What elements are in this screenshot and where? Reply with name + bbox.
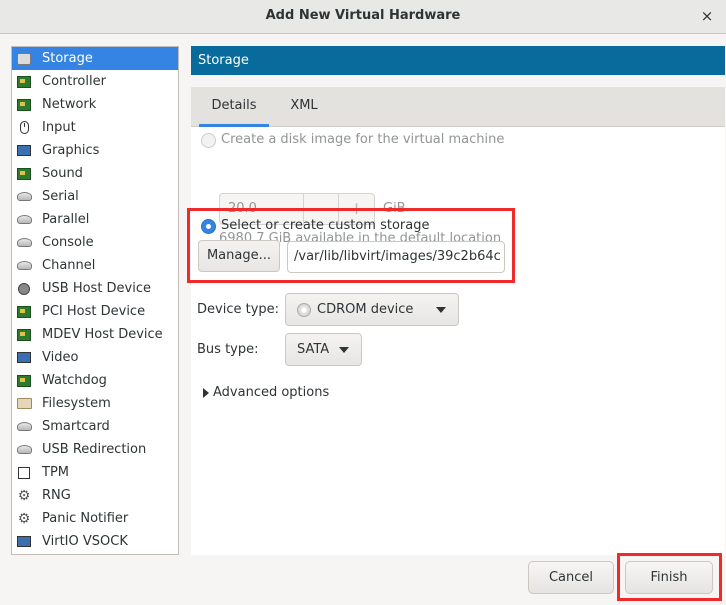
expander-arrow-icon[interactable] (203, 388, 209, 398)
usb-icon (16, 281, 32, 297)
cable-icon (16, 419, 32, 435)
sidebar-item-label: Filesystem (42, 396, 111, 411)
mouse-icon (16, 120, 32, 136)
sidebar-item-label: MDEV Host Device (42, 327, 163, 342)
sidebar-item-pci-host-device[interactable]: PCI Host Device (12, 300, 178, 323)
title-bar: Add New Virtual Hardware × (0, 0, 726, 34)
chip-icon (16, 465, 32, 481)
board-icon (16, 304, 32, 320)
sidebar-item-label: RNG (42, 488, 71, 503)
cable-icon (16, 189, 32, 205)
sidebar-item-rng[interactable]: ⚙ RNG (12, 484, 178, 507)
disk-icon (16, 51, 32, 67)
sidebar-item-label: Graphics (42, 143, 100, 158)
sidebar-item-label: TPM (42, 465, 69, 480)
sidebar-item-label: USB Redirection (42, 442, 147, 457)
tab-bar: Details XML (191, 87, 725, 127)
cable-icon (16, 258, 32, 274)
sidebar-item-tpm[interactable]: TPM (12, 461, 178, 484)
sidebar-item-panic-notifier[interactable]: ⚙ Panic Notifier (12, 507, 178, 530)
finish-button[interactable]: Finish (625, 561, 713, 594)
sidebar-item-channel[interactable]: Channel (12, 254, 178, 277)
sidebar-item-console[interactable]: Console (12, 231, 178, 254)
sidebar-item-label: Storage (42, 51, 93, 66)
cable-icon (16, 235, 32, 251)
sidebar-item-storage[interactable]: Storage (12, 47, 178, 70)
hardware-type-list: Storage Controller Network Input Graphics Sou… (11, 46, 179, 555)
monitor-icon (16, 350, 32, 366)
board-icon (16, 373, 32, 389)
sidebar-item-label: Panic Notifier (42, 511, 129, 526)
sidebar-item-video[interactable]: Video (12, 346, 178, 369)
storage-path-input[interactable]: /var/lib/libvirt/images/39c2b64c (287, 241, 505, 273)
gear-icon: ⚙ (17, 487, 31, 504)
sidebar-item-serial[interactable]: Serial (12, 185, 178, 208)
sidebar-item-label: VirtIO VSOCK (42, 534, 128, 549)
content-area: Storage Details XML Create a disk image … (187, 46, 725, 555)
cable-icon (16, 442, 32, 458)
sidebar-item-controller[interactable]: Controller (12, 70, 178, 93)
custom-storage-radio[interactable] (201, 219, 216, 234)
board-icon (16, 74, 32, 90)
custom-storage-label: Select or create custom storage (221, 218, 430, 233)
folder-icon (16, 396, 32, 412)
cdrom-icon (297, 303, 311, 317)
gear-icon: ⚙ (17, 510, 31, 527)
board-icon (16, 327, 32, 343)
sidebar-item-sound[interactable]: Sound (12, 162, 178, 185)
sidebar-item-input[interactable]: Input (12, 116, 178, 139)
monitor-icon (16, 534, 32, 550)
chevron-down-icon (339, 347, 349, 353)
sidebar-item-label: Controller (42, 74, 106, 89)
sidebar-item-smartcard[interactable]: Smartcard (12, 415, 178, 438)
sidebar-item-label: Smartcard (42, 419, 110, 434)
bus-type-value: SATA (297, 342, 330, 357)
sidebar-item-label: PCI Host Device (42, 304, 146, 319)
sidebar-item-usb-redirection[interactable]: USB Redirection (12, 438, 178, 461)
sidebar-item-label: Serial (42, 189, 79, 204)
create-disk-radio[interactable] (201, 133, 216, 148)
sidebar-item-parallel[interactable]: Parallel (12, 208, 178, 231)
tab-details[interactable]: Details (199, 87, 269, 127)
sidebar-item-label: Video (42, 350, 79, 365)
cable-icon (16, 212, 32, 228)
chevron-down-icon (436, 307, 446, 313)
device-type-dropdown[interactable]: CDROM device (285, 293, 459, 326)
create-disk-label: Create a disk image for the virtual mach… (221, 132, 505, 147)
board-icon (16, 166, 32, 182)
tab-xml[interactable]: XML (277, 87, 331, 127)
device-type-value: CDROM device (317, 302, 414, 317)
bus-type-label: Bus type: (197, 342, 259, 357)
advanced-options-expander[interactable]: Advanced options (213, 385, 329, 400)
sidebar-item-watchdog[interactable]: Watchdog (12, 369, 178, 392)
disk-size-unit: GiB (383, 201, 406, 216)
sidebar-item-label: Network (42, 97, 97, 112)
sidebar-item-label: Sound (42, 166, 83, 181)
monitor-icon (16, 143, 32, 159)
window-title: Add New Virtual Hardware (265, 8, 461, 23)
device-type-label: Device type: (197, 302, 280, 317)
sidebar-item-label: Parallel (42, 212, 90, 227)
sidebar-item-graphics[interactable]: Graphics (12, 139, 178, 162)
sidebar-item-label: USB Host Device (42, 281, 152, 296)
notebook: Details XML Create a disk image for the … (187, 87, 725, 555)
sidebar-item-label: Channel (42, 258, 96, 273)
manage-button[interactable]: Manage... (198, 240, 280, 272)
sidebar-item-filesystem[interactable]: Filesystem (12, 392, 178, 415)
bus-type-dropdown[interactable]: SATA (285, 333, 362, 366)
sidebar-item-mdev-host-device[interactable]: MDEV Host Device (12, 323, 178, 346)
cancel-button[interactable]: Cancel (528, 561, 614, 594)
sidebar-item-virtio-vsock[interactable]: VirtIO VSOCK (12, 530, 178, 553)
close-icon[interactable]: × (698, 7, 716, 25)
board-icon (16, 97, 32, 113)
sidebar-item-label: Watchdog (42, 373, 107, 388)
sidebar-item-network[interactable]: Network (12, 93, 178, 116)
sidebar-item-label: Console (42, 235, 94, 250)
sidebar-item-usb-host-device[interactable]: USB Host Device (12, 277, 178, 300)
sidebar-item-label: Input (42, 120, 76, 135)
section-header: Storage (191, 46, 725, 75)
